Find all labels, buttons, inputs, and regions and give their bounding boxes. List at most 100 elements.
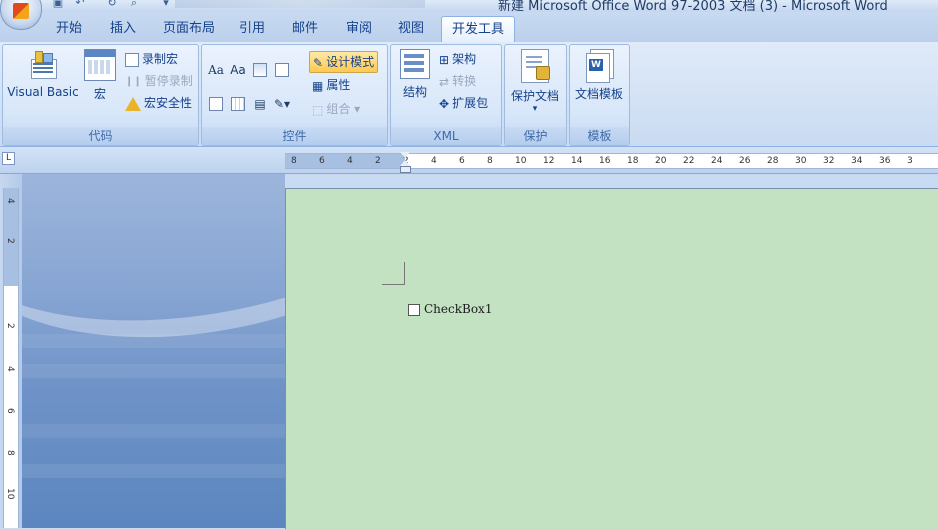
- macros-icon: [84, 49, 116, 81]
- ruler-tick: 2: [375, 156, 381, 166]
- protect-document-icon: [521, 49, 550, 83]
- visual-basic-label: Visual Basic: [7, 85, 79, 99]
- expansion-packs-button[interactable]: ✥ 扩展包: [439, 93, 488, 113]
- ruler-tick: 6: [319, 156, 325, 166]
- rich-text-control-icon[interactable]: Aa: [207, 61, 225, 79]
- group-button[interactable]: ⬚ 组合 ▾: [312, 99, 360, 119]
- building-block-control-icon[interactable]: ▤: [251, 95, 269, 113]
- properties-button[interactable]: ▦ 属性: [312, 75, 350, 95]
- pause-recording-button[interactable]: ❙❙ 暂停录制: [125, 71, 193, 91]
- ruler-tick: 34: [851, 156, 863, 166]
- schema-label: 架构: [452, 52, 477, 66]
- redo-icon[interactable]: ↻: [104, 0, 120, 10]
- transform-button[interactable]: ⇄ 转换: [439, 71, 476, 91]
- tab-insert[interactable]: 插入: [100, 18, 146, 40]
- ruler-tick: 24: [711, 156, 723, 166]
- document-template-button[interactable]: W 文档模板: [573, 49, 625, 102]
- structure-icon: [400, 49, 430, 79]
- pause-recording-label: 暂停录制: [144, 74, 193, 88]
- macro-security-button[interactable]: 宏安全性: [125, 93, 192, 113]
- legacy-tools-icon[interactable]: ✎▾: [273, 95, 291, 113]
- structure-label: 结构: [402, 85, 427, 99]
- ruler-tick: 4: [5, 366, 15, 372]
- qat-blur: [175, 0, 425, 8]
- ruler-tick: 8: [5, 450, 15, 456]
- group-templates-label: 模板: [570, 127, 629, 145]
- schema-button[interactable]: ⊞ 架构: [439, 49, 476, 69]
- ruler-left-margin: [285, 154, 405, 168]
- title-bar: ▣ ↶ ↻ ⌕ ▾ 新建 Microsoft Office Word 97-20…: [0, 0, 938, 12]
- ribbon: Visual Basic 宏 录制宏 ❙❙ 暂停录制 宏安全性 代码 Aa Aa …: [0, 42, 938, 147]
- undo-icon[interactable]: ↶: [72, 0, 88, 10]
- office-logo-icon: [13, 3, 29, 19]
- tab-mailings[interactable]: 邮件: [282, 18, 328, 40]
- indent-marker[interactable]: [400, 152, 411, 173]
- protect-document-label: 保护文档: [510, 89, 559, 103]
- margin-crop-mark: [382, 262, 405, 285]
- ruler-tick: 2: [5, 238, 15, 244]
- combo-box-control-icon[interactable]: [275, 63, 289, 77]
- properties-icon: ▦: [312, 78, 324, 93]
- group-code-label: 代码: [3, 127, 198, 145]
- checkbox-label: CheckBox1: [424, 302, 493, 316]
- expansion-packs-label: 扩展包: [452, 96, 489, 110]
- checkbox-control[interactable]: CheckBox1: [408, 302, 492, 316]
- macro-security-label: 宏安全性: [144, 96, 193, 110]
- structure-button[interactable]: 结构: [397, 49, 433, 100]
- dropdown-control-icon[interactable]: [209, 97, 223, 111]
- document-page[interactable]: CheckBox1: [285, 188, 938, 529]
- ruler-tick: 18: [627, 156, 639, 166]
- print-preview-icon[interactable]: ⌕: [126, 0, 142, 10]
- protect-dropdown-icon: ▾: [532, 104, 538, 114]
- group-protect: 保护文档 ▾ 保护: [504, 44, 567, 146]
- checkbox-icon[interactable]: [408, 303, 420, 316]
- ruler-tick: 4: [5, 198, 15, 204]
- ruler-tick: 6: [459, 156, 465, 166]
- transform-label: 转换: [452, 74, 477, 88]
- group-label: 组合: [326, 102, 351, 116]
- warning-icon: [125, 96, 141, 111]
- tab-review[interactable]: 审阅: [336, 18, 382, 40]
- ruler-tick: 14: [571, 156, 583, 166]
- ruler-tick: 10: [515, 156, 527, 166]
- ruler-tick: 20: [655, 156, 667, 166]
- tab-home[interactable]: 开始: [46, 18, 92, 40]
- macros-button[interactable]: 宏: [83, 49, 117, 102]
- ruler-tick: 30: [795, 156, 807, 166]
- ruler-tick: 8: [291, 156, 297, 166]
- ruler-tick: 16: [599, 156, 611, 166]
- macros-label: 宏: [93, 87, 106, 101]
- design-mode-button[interactable]: ✎ 设计模式: [309, 51, 379, 73]
- picture-control-icon[interactable]: [253, 63, 267, 77]
- group-controls-label: 控件: [202, 127, 387, 145]
- record-macro-button[interactable]: 录制宏: [125, 49, 178, 69]
- date-picker-control-icon[interactable]: [231, 97, 245, 111]
- ruler-tick: 10: [5, 488, 15, 500]
- transform-icon: ⇄: [439, 74, 450, 89]
- ruler-tick: 4: [347, 156, 353, 166]
- record-macro-label: 录制宏: [142, 52, 179, 66]
- tab-view[interactable]: 视图: [388, 18, 434, 40]
- document-template-icon: W: [584, 49, 614, 83]
- tab-references[interactable]: 引用: [229, 18, 275, 40]
- group-dropdown-icon: ▾: [350, 102, 361, 116]
- ribbon-tabs: 开始 插入 页面布局 引用 邮件 审阅 视图 开发工具: [0, 12, 938, 44]
- pause-icon: ❙❙: [125, 75, 142, 87]
- expansion-packs-icon: ✥: [439, 96, 450, 111]
- vertical-ruler[interactable]: 4 2 2 4 6 8 10: [3, 188, 19, 528]
- visual-basic-button[interactable]: Visual Basic: [7, 49, 79, 99]
- workspace-background: [22, 174, 285, 528]
- tab-page-layout[interactable]: 页面布局: [153, 18, 225, 40]
- horizontal-ruler[interactable]: 8 6 4 2 2 4 6 8 10 12 14 16 18 20 22 24 26 28 30 32 34 36 3: [285, 153, 938, 169]
- protect-document-button[interactable]: 保护文档 ▾: [508, 49, 562, 114]
- ruler-tick: 2: [5, 323, 15, 329]
- ruler-tick: 3: [907, 156, 913, 166]
- tab-developer[interactable]: 开发工具: [441, 16, 516, 44]
- qat-customize-icon[interactable]: ▾: [158, 0, 174, 10]
- ruler-tick: 32: [823, 156, 835, 166]
- tab-selector[interactable]: L: [2, 152, 15, 165]
- record-macro-icon: [125, 52, 139, 67]
- ruler-tick: 36: [879, 156, 891, 166]
- save-icon[interactable]: ▣: [50, 0, 66, 10]
- plain-text-control-icon[interactable]: Aa: [229, 61, 247, 79]
